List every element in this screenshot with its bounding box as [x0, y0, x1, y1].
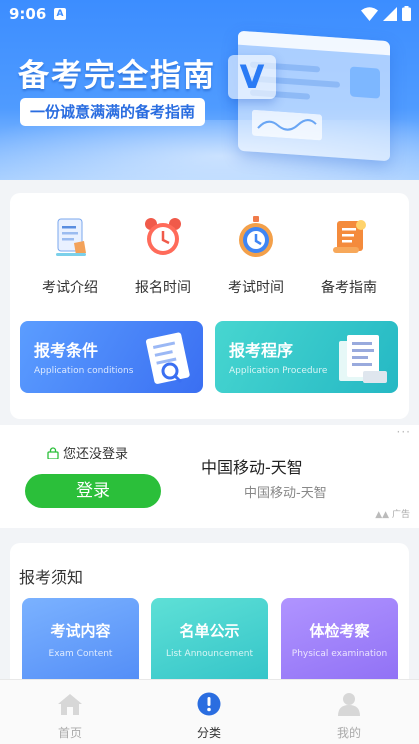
- notice-card-subtitle: List Announcement: [165, 649, 254, 659]
- menu-item-study-guide[interactable]: 备考指南: [309, 213, 389, 297]
- menu-label-registration-time: 报名时间: [135, 280, 191, 296]
- ad-tag-label: 广告: [391, 510, 410, 520]
- status-bar: 9:06 A: [0, 0, 419, 28]
- tab-label: 分类: [196, 726, 221, 740]
- cellular-signal-icon: [383, 6, 397, 21]
- v-logo-icon: V: [228, 55, 276, 99]
- ad-logo-icon: ▲▲: [375, 510, 390, 520]
- tab-home[interactable]: 首页: [30, 692, 110, 741]
- menu-label-exam-time: 考试时间: [228, 280, 284, 296]
- menu-item-exam-intro[interactable]: 考试介绍: [30, 213, 110, 297]
- notice-card-title: 名单公示: [179, 622, 240, 640]
- notification-app-icon: A: [54, 8, 66, 20]
- document-stack-icon: [339, 335, 387, 383]
- home-icon: [58, 694, 82, 715]
- notice-card-title: 考试内容: [50, 622, 111, 640]
- lock-icon: [47, 446, 59, 459]
- ad-brand-subtitle: 中国移动-天智: [244, 486, 327, 501]
- notice-card-subtitle: Physical examination: [291, 649, 388, 659]
- banner-subtitle: 一份诚意满满的备考指南: [20, 98, 206, 126]
- tab-label: 我的: [336, 726, 361, 740]
- status-icons: [361, 6, 411, 21]
- login-button[interactable]: 登录: [25, 474, 161, 508]
- menu-label-exam-intro: 考试介绍: [42, 280, 98, 296]
- wifi-icon: [361, 6, 378, 21]
- tab-label: 首页: [57, 726, 82, 740]
- conditions-subtitle: Application conditions: [34, 366, 134, 376]
- menu-label-study-guide: 备考指南: [321, 280, 377, 296]
- notice-card-subtitle: Exam Content: [48, 649, 113, 659]
- ad-brand-title: 中国移动-天智: [201, 458, 303, 477]
- stopwatch-icon: [232, 213, 280, 261]
- status-time: 9:06: [9, 5, 47, 23]
- alarm-clock-icon: [139, 213, 187, 261]
- category-icon: [197, 692, 221, 716]
- procedure-title: 报考程序: [229, 341, 294, 360]
- scroll-icon: [325, 213, 373, 261]
- tab-profile[interactable]: 我的: [309, 692, 389, 741]
- menu-item-registration-time[interactable]: 报名时间: [123, 213, 203, 297]
- banner[interactable]: 9:06 A 备考完全指南 一份诚意满满的备考指南 V: [0, 0, 419, 180]
- ad-banner[interactable]: ··· 您还没登录 登录 中国移动-天智 中国移动-天智 ▲▲ 广告: [0, 425, 419, 528]
- application-conditions-button[interactable]: 报考条件 Application conditions: [20, 321, 203, 393]
- application-procedure-button[interactable]: 报考程序 Application Procedure: [215, 321, 398, 393]
- tab-category[interactable]: 分类: [169, 692, 249, 741]
- menu-item-exam-time[interactable]: 考试时间: [216, 213, 296, 297]
- notice-title: 报考须知: [19, 568, 84, 587]
- bottom-tab-bar: 首页 分类 我的: [0, 679, 419, 744]
- document-icon: [46, 213, 94, 261]
- ad-more-icon[interactable]: ···: [397, 425, 411, 439]
- profile-icon: [338, 693, 360, 716]
- form-search-icon: [145, 332, 190, 384]
- banner-title: 备考完全指南: [18, 58, 216, 94]
- battery-icon: [402, 6, 411, 21]
- ad-tag: ▲▲ 广告: [375, 507, 410, 520]
- notice-card-title: 体检考察: [309, 622, 370, 640]
- login-hint-text: 您还没登录: [63, 447, 129, 462]
- login-hint: 您还没登录: [47, 443, 128, 462]
- menu-card: 考试介绍 报名时间 考试时间 备考指南 报考条件 Application con…: [10, 193, 409, 419]
- conditions-title: 报考条件: [34, 341, 99, 360]
- procedure-subtitle: Application Procedure: [229, 366, 328, 376]
